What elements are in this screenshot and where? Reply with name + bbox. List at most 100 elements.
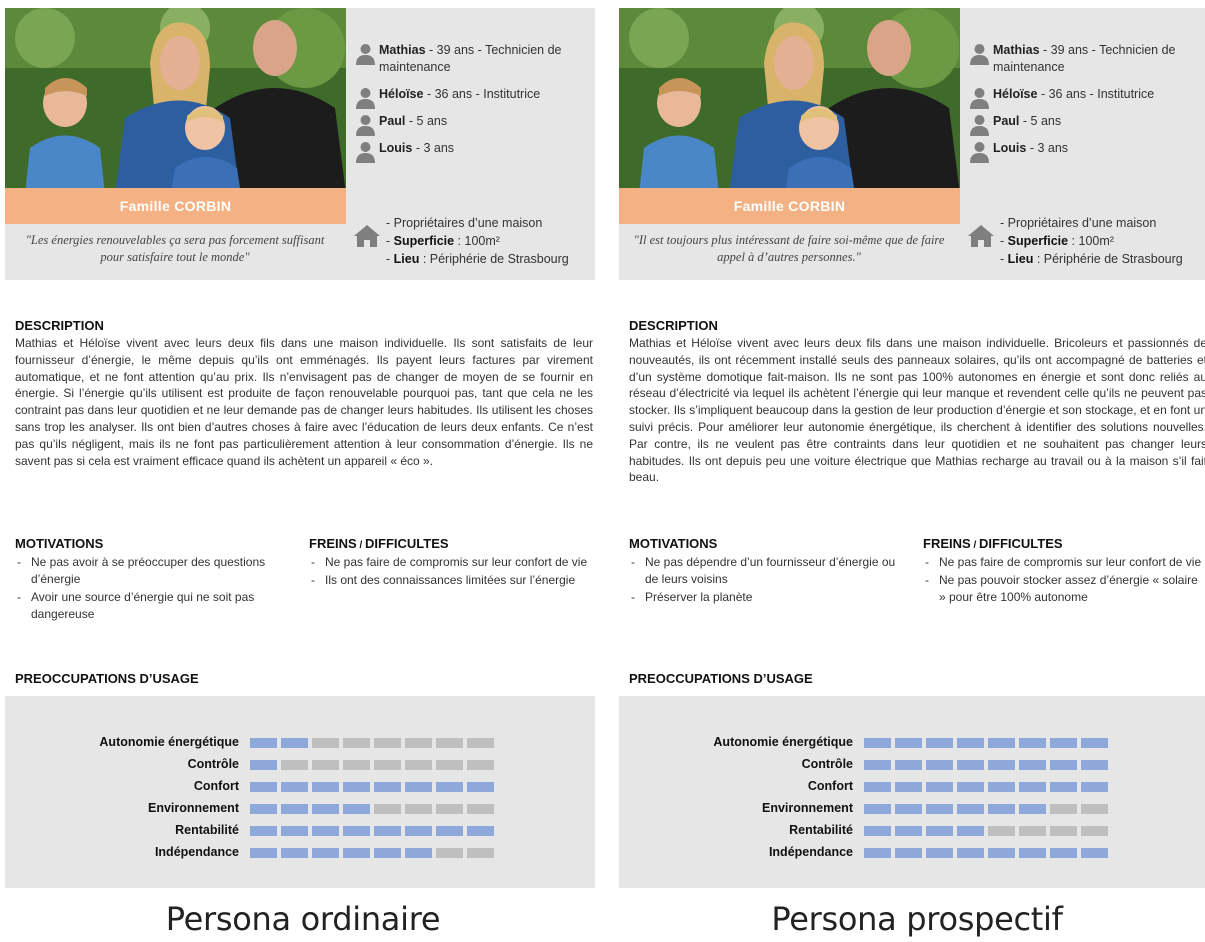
person-icon — [970, 115, 989, 136]
family-quote: "Il est toujours plus intéressant de fai… — [633, 233, 945, 264]
usage-bar-segment-filled — [250, 782, 277, 792]
place-label: Lieu — [1007, 252, 1034, 266]
member-name: Louis — [993, 141, 1027, 155]
usage-card: Autonomie énergétique Contrôle Confort Envi… — [619, 696, 1205, 888]
usage-bar-segment-filled — [988, 760, 1015, 770]
freins-title-a: FREINS — [309, 536, 357, 551]
member-item: Héloïse - 36 ans - Institutrice — [970, 86, 1205, 109]
usage-bar-segment-filled — [405, 848, 432, 858]
place-value: : Périphérie de Strasbourg — [419, 252, 569, 266]
freins-title-a: FREINS — [923, 536, 971, 551]
usage-bar-segment-empty — [1050, 826, 1077, 836]
home-place: - Lieu : Périphérie de Strasbourg — [1000, 252, 1183, 266]
freins-title: FREINS / DIFFICULTES — [923, 536, 1063, 551]
usage-bar-segment-filled — [957, 826, 984, 836]
family-name-banner: Famille CORBIN — [5, 188, 346, 224]
usage-bar-segment-filled — [957, 760, 984, 770]
surface-value: : 100m² — [454, 234, 500, 248]
usage-bar-segment-empty — [312, 760, 339, 770]
usage-bar-segment-filled — [1081, 738, 1108, 748]
family-name-banner: Famille CORBIN — [619, 188, 960, 224]
member-name: Héloïse — [379, 87, 424, 101]
usage-row: Confort — [5, 776, 595, 798]
usage-bar-segment-filled — [250, 760, 277, 770]
list-item: Ne pas faire de compromis sur leur confo… — [923, 554, 1203, 571]
list-item: Préserver la planète — [629, 589, 899, 606]
person-icon — [356, 142, 375, 163]
usage-bar-segment-filled — [343, 848, 370, 858]
usage-bar-segment-filled — [864, 848, 891, 858]
member-detail: - 3 ans — [412, 141, 455, 155]
house-icon — [354, 225, 380, 247]
surface-label: Superficie — [393, 234, 455, 248]
usage-bar-segment-empty — [1050, 804, 1077, 814]
usage-bar-segment-filled — [374, 782, 401, 792]
family-photo — [619, 8, 960, 194]
usage-card: Autonomie énergétique Contrôle Confort Envi… — [5, 696, 595, 888]
person-icon — [970, 142, 989, 163]
member-detail: - 5 ans — [405, 114, 448, 128]
usage-bar-segment-empty — [436, 738, 463, 748]
home-place: - Lieu : Périphérie de Strasbourg — [386, 252, 569, 266]
list-item: Avoir une source d’énergie qui ne soit p… — [15, 589, 285, 623]
motivations-title: MOTIVATIONS — [15, 536, 104, 551]
person-icon — [970, 88, 989, 109]
usage-row: Environnement — [619, 798, 1205, 820]
usage-bar-segment-empty — [343, 760, 370, 770]
member-item: Héloïse - 36 ans - Institutrice — [356, 86, 591, 109]
home-surface: - Superficie : 100m² — [386, 234, 500, 248]
member-detail: - 36 ans - Institutrice — [423, 87, 541, 101]
usage-row: Contrôle — [619, 754, 1205, 776]
usage-bar-segment-empty — [467, 760, 494, 770]
usage-label: Environnement — [762, 801, 853, 815]
usage-bar-segment-filled — [343, 826, 370, 836]
usage-title: PREOCCUPATIONS D’USAGE — [15, 671, 199, 686]
usage-bar-segment-filled — [957, 848, 984, 858]
usage-label: Indépendance — [154, 845, 239, 859]
member-name: Paul — [993, 114, 1020, 128]
usage-label: Environnement — [148, 801, 239, 815]
usage-bar-segment-filled — [250, 848, 277, 858]
usage-row: Autonomie énergétique — [5, 732, 595, 754]
usage-bar-segment-filled — [957, 782, 984, 792]
usage-bar-segment-empty — [343, 738, 370, 748]
usage-bar-segment-filled — [1050, 848, 1077, 858]
member-name: Louis — [379, 141, 413, 155]
usage-bar-segment-filled — [343, 804, 370, 814]
member-name: Paul — [379, 114, 406, 128]
persona-caption: Persona ordinaire — [165, 900, 441, 938]
header-card: Famille CORBIN "Les énergies renouvelabl… — [5, 8, 595, 280]
usage-bar-segment-empty — [281, 760, 308, 770]
usage-bar-segment-filled — [436, 782, 463, 792]
usage-bar-segment-filled — [1050, 738, 1077, 748]
usage-bar-segment-empty — [312, 738, 339, 748]
usage-bar-segment-filled — [281, 782, 308, 792]
usage-bar-segment-empty — [405, 738, 432, 748]
usage-bar-segment-filled — [864, 738, 891, 748]
usage-bar-segment-filled — [895, 804, 922, 814]
member-detail: - 36 ans - Institutrice — [1037, 87, 1155, 101]
usage-bar-segment-filled — [405, 782, 432, 792]
usage-label: Confort — [807, 779, 853, 793]
usage-bar-segment-filled — [895, 760, 922, 770]
motivations-list: Ne pas dépendre d’un fournisseur d’énerg… — [629, 554, 899, 607]
usage-title: PREOCCUPATIONS D’USAGE — [629, 671, 813, 686]
usage-label: Rentabilité — [175, 823, 239, 837]
usage-bar-segment-filled — [926, 826, 953, 836]
usage-bar-segment-empty — [467, 804, 494, 814]
usage-bar-segment-filled — [1081, 760, 1108, 770]
persona-caption: Persona prospectif — [771, 900, 1063, 938]
person-icon — [970, 44, 989, 65]
motivations-list: Ne pas avoir à se préoccuper des questio… — [15, 554, 285, 624]
member-item: Louis - 3 ans — [970, 140, 1205, 163]
family-quote: "Les énergies renouvelables ça sera pas … — [25, 233, 325, 264]
usage-bar-segment-filled — [1081, 782, 1108, 792]
usage-bar-segment-empty — [988, 826, 1015, 836]
usage-bar-segment-filled — [312, 782, 339, 792]
usage-bar-segment-filled — [926, 804, 953, 814]
home-lines: - Propriétaires d’une maison - Superfici… — [386, 214, 596, 268]
usage-bar-segment-filled — [988, 782, 1015, 792]
freins-title-b: DIFFICULTES — [979, 536, 1063, 551]
freins-title-b: DIFFICULTES — [365, 536, 449, 551]
freins-list: Ne pas faire de compromis sur leur confo… — [923, 554, 1203, 607]
